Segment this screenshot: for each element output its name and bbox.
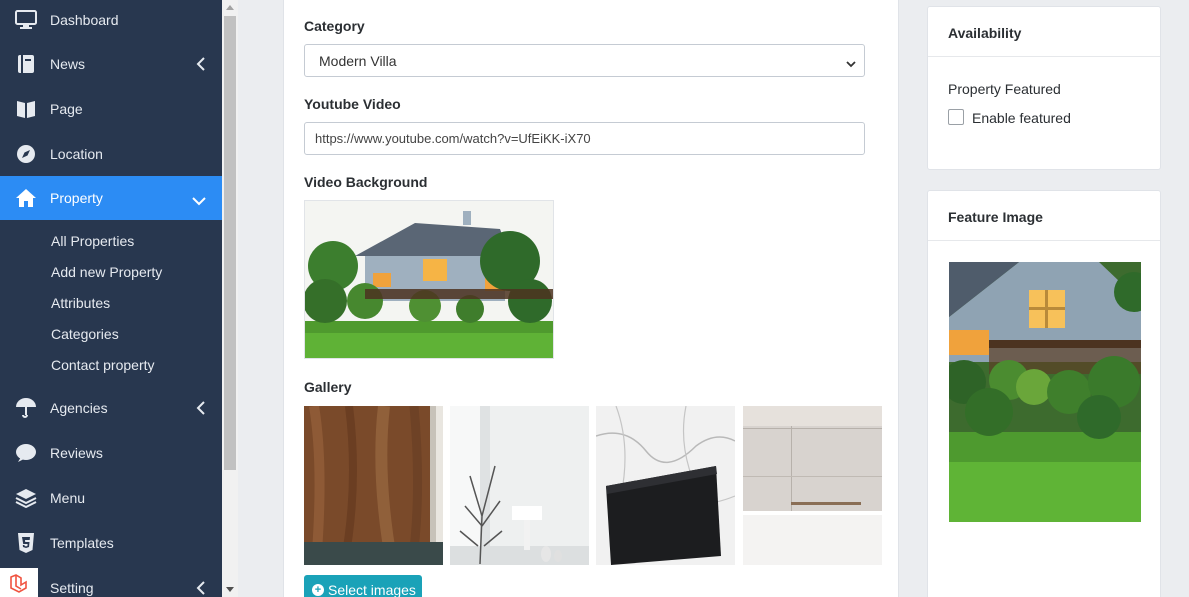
submenu-attributes[interactable]: Attributes bbox=[51, 295, 110, 311]
sidebar-item-label: Setting bbox=[50, 580, 94, 596]
scrollbar-thumb[interactable] bbox=[224, 16, 236, 470]
feature-image-card: Feature Image bbox=[927, 190, 1161, 597]
compass-icon bbox=[15, 143, 37, 165]
sidebar-item-templates[interactable]: Templates bbox=[0, 521, 222, 565]
sidebar-item-location[interactable]: Location bbox=[0, 132, 222, 176]
sidebar-item-label: Agencies bbox=[50, 400, 108, 416]
availability-title: Availability bbox=[948, 25, 1022, 41]
sidebar-item-label: Location bbox=[50, 146, 103, 162]
comment-icon bbox=[15, 442, 37, 464]
select-images-label: Select images bbox=[328, 582, 416, 597]
property-form-card: Category Modern Villa Youtube Video http… bbox=[283, 0, 899, 597]
chevron-down-icon bbox=[846, 56, 856, 68]
category-select[interactable]: Modern Villa bbox=[304, 44, 865, 77]
enable-featured-checkbox[interactable] bbox=[948, 109, 964, 125]
youtube-video-value: https://www.youtube.com/watch?v=UfEiKK-i… bbox=[315, 131, 591, 146]
submenu-add-new-property[interactable]: Add new Property bbox=[51, 264, 162, 280]
sidebar-item-label: Page bbox=[50, 101, 83, 117]
gallery-image-1[interactable] bbox=[304, 406, 443, 565]
pages-icon bbox=[15, 98, 37, 120]
sidebar-item-page[interactable]: Page bbox=[0, 87, 222, 131]
gallery-image-4[interactable] bbox=[743, 406, 882, 565]
sidebar-item-label: Reviews bbox=[50, 445, 103, 461]
sidebar-scrollbar[interactable] bbox=[222, 0, 238, 597]
category-label: Category bbox=[304, 18, 365, 34]
sidebar-item-menu[interactable]: Menu bbox=[0, 476, 222, 520]
sidebar-item-label: Property bbox=[50, 190, 103, 206]
app-root: Dashboard News Page Location Property Al… bbox=[0, 0, 1189, 597]
chevron-left-icon bbox=[196, 57, 206, 71]
scroll-down-arrow-icon[interactable] bbox=[226, 587, 234, 592]
sidebar-item-label: News bbox=[50, 56, 86, 72]
video-background-label: Video Background bbox=[304, 174, 428, 190]
sidebar-item-news[interactable]: News bbox=[0, 42, 222, 86]
html5-icon bbox=[15, 532, 37, 554]
video-background-image[interactable] bbox=[304, 200, 554, 359]
youtube-video-input[interactable]: https://www.youtube.com/watch?v=UfEiKK-i… bbox=[304, 122, 865, 155]
sidebar-item-reviews[interactable]: Reviews bbox=[0, 431, 222, 475]
category-selected-value: Modern Villa bbox=[319, 52, 397, 69]
availability-card: Availability Property Featured Enable fe… bbox=[927, 6, 1161, 170]
submenu-all-properties[interactable]: All Properties bbox=[51, 233, 134, 249]
feature-image-title: Feature Image bbox=[948, 209, 1043, 225]
card-divider bbox=[928, 240, 1160, 241]
enable-featured-label[interactable]: Enable featured bbox=[972, 110, 1071, 126]
sidebar-item-agencies[interactable]: Agencies bbox=[0, 386, 222, 430]
plus-circle-icon: + bbox=[312, 584, 324, 596]
chevron-down-icon bbox=[192, 193, 206, 206]
gallery-image-2[interactable] bbox=[450, 406, 589, 565]
sidebar-item-label: Templates bbox=[50, 535, 114, 551]
layers-icon bbox=[15, 487, 37, 509]
submenu-categories[interactable]: Categories bbox=[51, 326, 119, 342]
home-icon bbox=[15, 187, 37, 209]
gallery-image-3[interactable] bbox=[596, 406, 735, 565]
book-icon bbox=[15, 53, 37, 75]
monitor-icon bbox=[15, 9, 37, 31]
scroll-up-arrow-icon[interactable] bbox=[226, 5, 234, 10]
sidebar-item-setting[interactable]: Setting bbox=[0, 566, 222, 597]
sidebar-item-label: Dashboard bbox=[50, 12, 119, 28]
umbrella-icon bbox=[15, 397, 37, 419]
chevron-left-icon bbox=[196, 581, 206, 595]
chevron-left-icon bbox=[196, 401, 206, 415]
gallery-label: Gallery bbox=[304, 379, 352, 395]
sidebar-item-dashboard[interactable]: Dashboard bbox=[0, 0, 222, 42]
property-featured-label: Property Featured bbox=[948, 81, 1061, 97]
card-divider bbox=[928, 56, 1160, 57]
laravel-icon bbox=[0, 568, 38, 597]
youtube-video-label: Youtube Video bbox=[304, 96, 401, 112]
sidebar-item-property[interactable]: Property bbox=[0, 176, 222, 220]
sidebar-item-label: Menu bbox=[50, 490, 86, 506]
select-images-button[interactable]: + Select images bbox=[304, 575, 422, 597]
submenu-contact-property[interactable]: Contact property bbox=[51, 357, 155, 373]
sidebar: Dashboard News Page Location Property Al… bbox=[0, 0, 222, 597]
feature-image-preview[interactable] bbox=[949, 262, 1141, 522]
